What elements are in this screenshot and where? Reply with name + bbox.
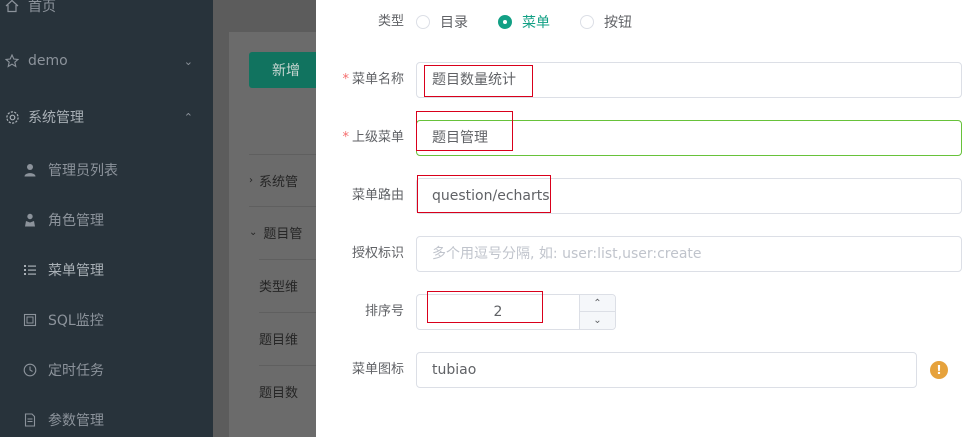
radio-circle-icon[interactable] <box>416 15 430 29</box>
chevron-down-icon[interactable]: ⌄ <box>249 227 257 238</box>
chevron-right-icon[interactable]: › <box>249 175 253 186</box>
radio-directory[interactable]: 目录 <box>416 4 468 40</box>
form-item-perms: 授权标识 多个用逗号分隔, 如: user:list,user:create <box>316 236 975 272</box>
table-cell: 类型维 <box>259 280 299 295</box>
sidebar-item-demo[interactable]: demo ⌄ <box>0 33 213 89</box>
sidebar-item-label: 参数管理 <box>48 413 104 429</box>
sidebar-item-label: demo <box>28 53 68 69</box>
form-item-menu-name: * 菜单名称 题目数量统计 <box>316 62 975 98</box>
required-mark: * <box>342 72 349 87</box>
sidebar-item-sql[interactable]: SQL监控 <box>0 292 213 348</box>
route-label: 菜单路由 <box>351 188 404 203</box>
clock-icon <box>22 362 38 378</box>
perms-placeholder: 多个用逗号分隔, 如: user:list,user:create <box>432 246 702 262</box>
menu-edit-dialog: 类型 目录 菜单 按钮 * 菜单名称 题目数量统计 * 上级菜单 题目管理 菜单路由… <box>316 0 975 437</box>
user-icon <box>22 162 38 178</box>
radio-circle-icon[interactable] <box>580 15 594 29</box>
sidebar-item-label: 菜单管理 <box>48 263 104 279</box>
sidebar: 首页 demo ⌄ 系统管理 ⌃ 管理员列表 角色管理 菜单管理 SQL监控 定… <box>0 0 213 437</box>
parent-menu-label: * 上级菜单 <box>342 130 404 145</box>
sidebar-item-tasks[interactable]: 定时任务 <box>0 342 213 398</box>
role-icon <box>22 212 38 228</box>
gear-icon <box>4 109 20 125</box>
radio-label: 菜单 <box>522 15 550 31</box>
table-cell: 题目管 <box>263 227 303 242</box>
sidebar-item-label: 角色管理 <box>48 213 104 229</box>
chevron-down-icon: ⌄ <box>593 315 602 326</box>
menu-name-input[interactable]: 题目数量统计 <box>416 62 962 98</box>
table-cell: 系统管 <box>259 175 299 190</box>
decrease-button[interactable]: ⌄ <box>579 312 615 329</box>
sidebar-item-admin-list[interactable]: 管理员列表 <box>0 142 213 198</box>
menu-icon-input[interactable]: tubiao <box>416 352 917 388</box>
order-label: 排序号 <box>364 304 404 319</box>
chevron-up-icon: ⌃ <box>183 110 193 124</box>
radio-button[interactable]: 按钮 <box>580 4 632 40</box>
sidebar-item-label: 首页 <box>28 0 56 15</box>
sidebar-item-label: 系统管理 <box>28 110 84 126</box>
sidebar-item-system[interactable]: 系统管理 ⌃ <box>0 89 213 145</box>
sidebar-item-label: 管理员列表 <box>48 163 118 179</box>
radio-label: 目录 <box>440 15 468 31</box>
chevron-down-icon: ⌄ <box>183 54 193 68</box>
form-item-menu-icon: 菜单图标 tubiao ! <box>316 352 975 388</box>
sidebar-item-params[interactable]: 参数管理 <box>0 392 213 437</box>
form-item-parent-menu: * 上级菜单 题目管理 <box>316 120 975 156</box>
document-icon <box>22 412 38 428</box>
table-cell: 题目维 <box>259 333 299 348</box>
order-input[interactable]: 2 <box>417 295 579 329</box>
chevron-up-icon: ⌃ <box>593 297 602 309</box>
parent-menu-input[interactable]: 题目管理 <box>416 120 962 156</box>
form-item-order: 排序号 2 ⌃ ⌄ <box>316 294 975 330</box>
warning-icon[interactable]: ! <box>930 361 948 379</box>
required-mark: * <box>342 130 349 145</box>
radio-menu[interactable]: 菜单 <box>498 4 550 40</box>
home-icon <box>4 0 20 14</box>
increase-button[interactable]: ⌃ <box>579 295 615 312</box>
menu-icon-label: 菜单图标 <box>351 362 404 377</box>
sidebar-item-home[interactable]: 首页 <box>0 0 213 34</box>
add-button[interactable]: 新增 <box>249 52 323 88</box>
route-input[interactable]: question/echarts <box>416 178 962 214</box>
form-item-type: 类型 目录 菜单 按钮 <box>316 4 975 40</box>
radio-label: 按钮 <box>604 15 632 31</box>
monitor-icon <box>22 312 38 328</box>
perms-input[interactable]: 多个用逗号分隔, 如: user:list,user:create <box>416 236 962 272</box>
star-icon <box>4 53 20 69</box>
sidebar-item-label: 定时任务 <box>48 363 104 379</box>
radio-checked-icon[interactable] <box>498 15 512 29</box>
perms-label: 授权标识 <box>351 246 404 261</box>
menu-name-label: * 菜单名称 <box>342 72 404 87</box>
order-stepper[interactable]: 2 ⌃ ⌄ <box>416 294 616 330</box>
menu-list-icon <box>22 262 38 278</box>
form-item-route: 菜单路由 question/echarts <box>316 178 975 214</box>
sidebar-item-menus[interactable]: 菜单管理 <box>0 242 213 298</box>
table-cell: 题目数 <box>259 386 299 401</box>
sidebar-item-roles[interactable]: 角色管理 <box>0 192 213 248</box>
sidebar-item-label: SQL监控 <box>48 313 104 329</box>
type-label: 类型 <box>377 14 404 29</box>
